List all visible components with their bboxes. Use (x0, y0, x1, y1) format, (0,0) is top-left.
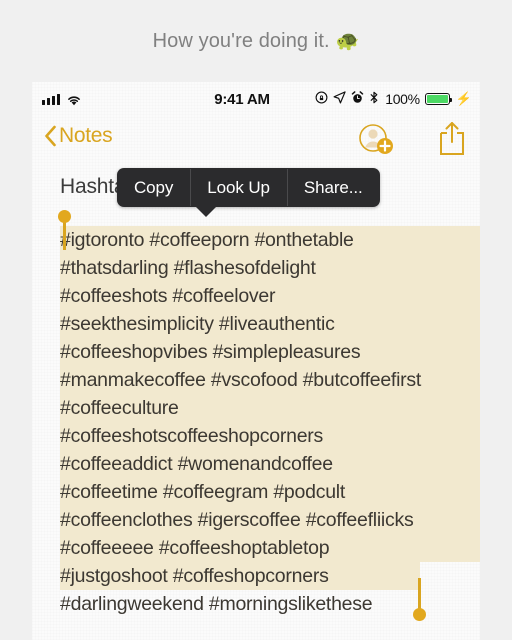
back-button-label: Notes (59, 124, 113, 147)
status-bar: 9:41 AM 100% ⚡ (32, 82, 480, 116)
note-line: #coffeeaddict #womenandcoffee (60, 453, 333, 475)
note-line: #coffeeculture (60, 397, 179, 419)
turtle-emoji: 🐢 (335, 31, 360, 52)
menu-item-share[interactable]: Share... (286, 168, 380, 207)
note-line: #manmakecoffee #vscofood #butcoffeefirst (60, 369, 422, 391)
caption-text: How you're doing it. (152, 29, 330, 52)
navigation-bar: Notes (32, 116, 480, 162)
rotation-lock-icon (315, 91, 328, 107)
add-person-icon[interactable] (355, 121, 399, 157)
location-arrow-icon (333, 91, 346, 107)
back-to-notes-button[interactable]: Notes (44, 124, 113, 148)
note-line: #coffeetime #coffeegram #podcult (60, 481, 346, 503)
text-selection-context-menu: Copy Look Up Share... (117, 168, 380, 207)
bluetooth-icon (369, 91, 379, 107)
battery-percent-label: 100% (385, 91, 420, 107)
note-line: #coffeenclothes #igerscoffee #coffeeflii… (60, 509, 414, 531)
charging-bolt-icon: ⚡ (455, 91, 472, 106)
menu-item-copy[interactable]: Copy (117, 168, 190, 207)
note-line: #thatsdarling #flashesofdelight (60, 257, 316, 279)
note-line: #igtoronto #coffeeporn #onthetable (60, 229, 354, 251)
chevron-left-icon (44, 125, 57, 147)
note-line: #seekthesimplicity #liveauthentic (60, 313, 335, 335)
selection-handle-start[interactable] (58, 210, 74, 252)
status-bar-right: 100% ⚡ (315, 91, 472, 107)
caption-banner: How you're doing it. 🐢 (0, 0, 512, 82)
context-menu-arrow (195, 206, 217, 217)
note-line: #coffeeshotscoffeeshopcorners (60, 425, 324, 447)
selection-handle-end-stem (418, 578, 421, 612)
phone-screen: 9:41 AM 100% ⚡ Notes Hashtags #igtoronto… (32, 82, 480, 640)
selection-handle-start-knob (58, 210, 71, 223)
note-line: #coffeeeee #coffeeshoptabletop (60, 537, 330, 559)
selection-handle-end-knob (413, 608, 426, 621)
selection-handle-end[interactable] (413, 578, 429, 622)
menu-item-look-up[interactable]: Look Up (190, 168, 287, 207)
note-line: #coffeeshopvibes #simplepleasures (60, 341, 361, 363)
share-icon[interactable] (434, 120, 470, 158)
note-line: #coffeeshots #coffeelover (60, 285, 276, 307)
battery-icon (424, 93, 452, 105)
alarm-clock-icon (351, 91, 364, 107)
note-body[interactable]: #igtoronto #coffeeporn #onthetable #that… (60, 226, 480, 618)
